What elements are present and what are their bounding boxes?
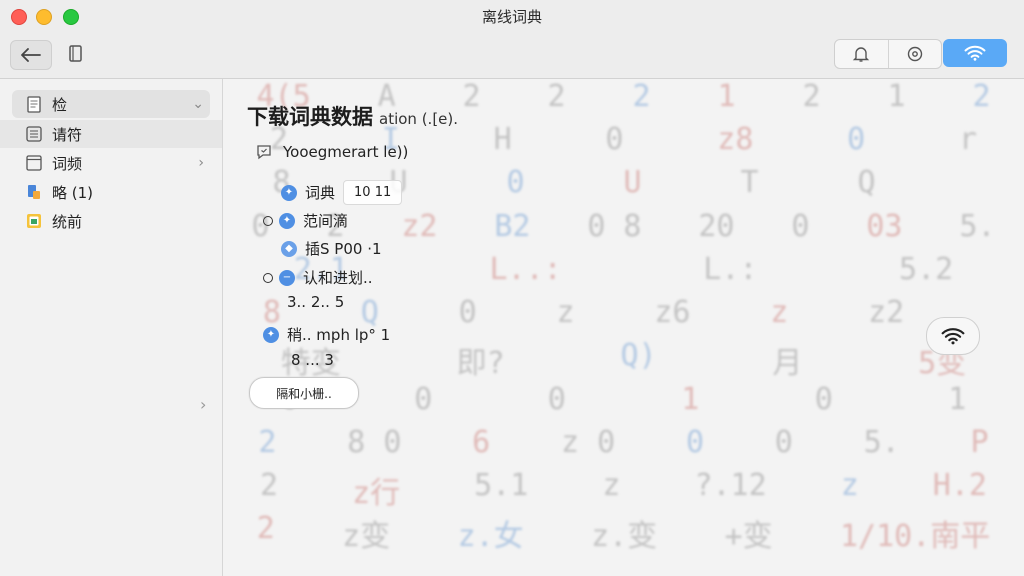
title-bar: 离线词典 [0,0,1024,79]
chat-icon [257,145,271,160]
radio-button[interactable] [263,215,273,226]
list-item[interactable]: ◆ 插S P00 ·1 [281,238,382,259]
book-button[interactable] [60,40,92,68]
window-icon [24,154,44,172]
main-content: 4(5A22212122IH0z80r8U0UTQ02z2B20 8200035… [223,79,1024,576]
list-item-detail: 3.. 2.. 5 [287,293,345,311]
toolbar-segment [834,39,942,69]
sidebar-item-label: 词频 [52,154,83,173]
list-item[interactable]: − 认和进划.. [263,267,373,288]
chevron-right-icon: › [198,155,204,171]
book-icon [69,45,82,62]
grid-icon [24,212,44,230]
list-item[interactable]: ✦ 词典 10 11 [281,180,403,205]
download-panel: 下载词典数据 ation (.[e). Yooegmerart le)) ✦ 词典… [223,79,1024,576]
chevron-down-icon: ⌄ [192,96,204,112]
sidebar-item-search[interactable]: 检 ⌄ [12,90,210,118]
notifications-button[interactable] [835,40,888,68]
back-button[interactable] [10,40,52,70]
diamond-icon: ◆ [281,240,297,257]
download-button[interactable]: 隔和小栅.. [249,377,359,409]
version-tag: 10 11 [343,180,403,205]
wifi-status-button[interactable] [926,317,980,355]
minus-icon: − [279,269,295,286]
wifi-icon [964,45,986,61]
sidebar-item-stats[interactable]: 统前 [12,207,210,235]
arrow-left-icon [21,48,41,62]
app-window: 离线词典 检 ⌄ 请符 词频 › 略 (1) 统前 › 4(5 A 2 2 2 … [0,0,1024,576]
clock-icon [263,272,273,283]
sidebar-item-label: 检 [52,95,68,114]
sidebar-item-frequency[interactable]: 词频 › [12,149,210,177]
wifi-icon [941,328,965,345]
document-icon [24,95,44,113]
diamond-icon: ✦ [279,212,295,229]
wifi-button[interactable] [943,39,1007,67]
settings-button[interactable] [887,40,942,68]
sidebar-item-symbols[interactable]: 请符 [0,120,222,148]
sidebar-item-label: 请符 [52,125,83,144]
list-icon [24,125,44,143]
diamond-icon: ✦ [281,184,297,201]
sidebar-item-label: 略 (1) [52,183,94,202]
diamond-icon: ✦ [263,326,279,343]
list-item[interactable]: ✦ 范间滴 [263,210,348,231]
bell-icon [853,47,870,62]
tag-icon [24,183,44,201]
sidebar-item-tags[interactable]: 略 (1) [12,178,210,206]
gear-icon [907,46,922,62]
intro-line: Yooegmerart le)) [255,143,408,161]
list-item[interactable]: ✦ 稍.. mph lp° 1 [263,324,390,345]
window-title: 离线词典 [481,8,542,26]
page-title: 下载词典数据 ation (.[e). [247,105,459,129]
list-item-detail: 8 ... 3 [291,351,334,369]
chevron-right-icon[interactable]: › [200,395,206,414]
sidebar: 检 ⌄ 请符 词频 › 略 (1) 统前 › [0,79,223,576]
sidebar-item-label: 统前 [52,212,83,231]
